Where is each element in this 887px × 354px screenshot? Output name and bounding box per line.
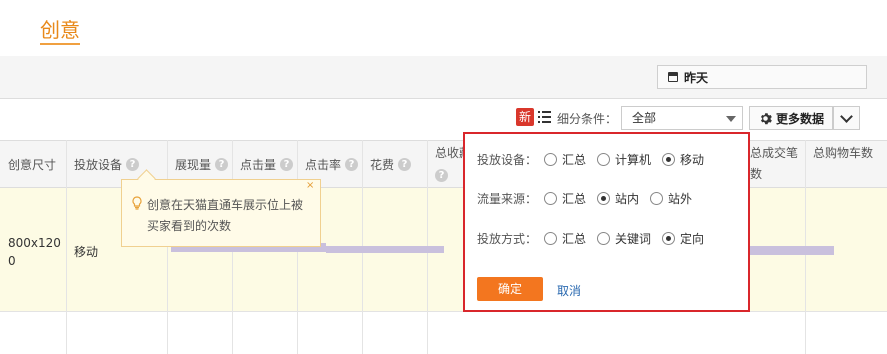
cancel-link[interactable]: 取消	[557, 282, 581, 299]
more-data-label: 更多数据	[776, 111, 825, 126]
radio-icon	[544, 192, 557, 205]
filter-condition-select[interactable]: 全部	[621, 106, 743, 130]
confirm-button[interactable]: 确定	[477, 277, 543, 301]
column-header-label: 总购物车数	[813, 146, 874, 160]
help-icon[interactable]: ?	[215, 157, 229, 171]
device-option-all[interactable]: 汇总	[544, 151, 586, 168]
help-icon[interactable]: ?	[280, 157, 294, 171]
column-header-label: 点击率	[305, 157, 342, 172]
traffic-option-onsite[interactable]: 站内	[597, 190, 639, 207]
column-header-creative-size[interactable]: 创意尺寸	[0, 140, 66, 188]
help-icon[interactable]: ?	[345, 157, 359, 171]
column-header-label: 创意尺寸	[8, 157, 57, 172]
option-label: 关键词	[615, 232, 652, 246]
device-label: 投放设备：	[477, 153, 538, 167]
option-label: 站外	[668, 192, 693, 206]
filter-condition-value: 全部	[632, 111, 657, 125]
more-data-button[interactable]: 更多数据	[749, 106, 833, 130]
column-header-total-favorites[interactable]: 总收藏 ?	[427, 143, 463, 185]
lightbulb-icon	[132, 196, 142, 210]
help-icon[interactable]: ?	[435, 169, 448, 182]
radio-icon	[650, 192, 663, 205]
redacted-value	[748, 246, 834, 255]
table-empty-row	[0, 312, 887, 354]
option-label: 定向	[680, 232, 705, 246]
method-option-targeted[interactable]: 定向	[662, 230, 704, 247]
column-header-label: 展现量	[175, 157, 212, 172]
creative-size-cell: 800x1200	[8, 236, 61, 268]
filter-condition-label: 细分条件：	[557, 112, 618, 126]
radio-icon	[597, 153, 610, 166]
radio-selected-icon	[597, 192, 610, 205]
column-header-label: 投放设备	[74, 157, 123, 172]
column-header-label: 总收藏	[435, 146, 463, 160]
date-range-button[interactable]: 昨天	[657, 65, 867, 89]
column-header-label: 花费	[370, 157, 395, 172]
method-option-all[interactable]: 汇总	[544, 230, 586, 247]
date-range-label: 昨天	[684, 70, 709, 85]
traffic-option-all[interactable]: 汇总	[544, 190, 586, 207]
gear-icon	[760, 112, 772, 124]
traffic-option-offsite[interactable]: 站外	[650, 190, 692, 207]
column-header-label: 点击量	[240, 157, 277, 172]
tooltip-text: 创意在天猫直通车展示位上被 买家看到的次数	[147, 195, 312, 237]
option-label: 汇总	[562, 232, 587, 246]
traffic-source-label: 流量来源：	[477, 192, 538, 206]
device-option-computer[interactable]: 计算机	[597, 151, 651, 168]
new-badge: 新	[516, 108, 534, 126]
radio-selected-icon	[662, 153, 675, 166]
tooltip-line: 创意在天猫直通车展示位上被	[147, 198, 304, 212]
radio-icon	[544, 153, 557, 166]
option-label: 汇总	[562, 192, 587, 206]
option-label: 计算机	[615, 153, 652, 167]
chevron-down-icon	[840, 110, 853, 123]
tooltip-line: 买家看到的次数	[147, 219, 232, 233]
device-cell: 移动	[74, 245, 99, 259]
help-icon[interactable]: ?	[398, 157, 412, 171]
list-icon	[538, 111, 551, 123]
radio-selected-icon	[662, 232, 675, 245]
help-icon[interactable]: ?	[126, 157, 140, 171]
method-option-keyword[interactable]: 关键词	[597, 230, 651, 247]
page-title: 创意	[40, 18, 80, 42]
caret-down-icon	[726, 116, 736, 122]
option-label: 移动	[680, 153, 705, 167]
radio-icon	[597, 232, 610, 245]
calendar-icon	[668, 72, 678, 82]
more-data-dropdown-toggle[interactable]	[833, 106, 860, 130]
column-header-cost[interactable]: 花费 ?	[362, 140, 427, 188]
option-label: 站内	[615, 192, 640, 206]
device-option-mobile[interactable]: 移动	[662, 151, 704, 168]
title-underline	[40, 43, 80, 45]
column-header-total-cart[interactable]: 总购物车数	[805, 143, 887, 164]
placement-method-label: 投放方式：	[477, 232, 538, 246]
redacted-value	[326, 246, 444, 253]
option-label: 汇总	[562, 153, 587, 167]
close-icon[interactable]: ×	[306, 180, 314, 191]
radio-icon	[544, 232, 557, 245]
column-header-total-orders[interactable]: 总成交笔数	[742, 143, 805, 185]
column-header-label: 总成交笔数	[750, 146, 799, 181]
